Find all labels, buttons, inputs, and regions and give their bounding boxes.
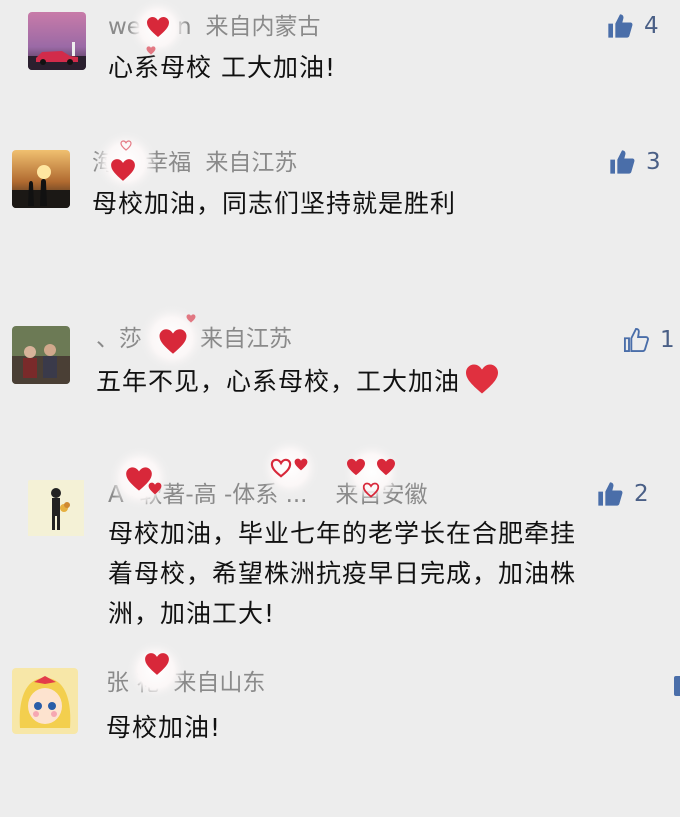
commenter-name[interactable]: 、莎 [96,326,142,352]
avatar[interactable] [28,480,86,538]
comment-text-line: 母校加油，毕业七年的老学长在合肥牵挂 [108,519,577,548]
thumbs-up-icon [610,150,635,174]
like-button[interactable]: 3 [608,148,661,176]
anime-girl-avatar-image [12,668,78,734]
comment-item: A -软著-高 -体系 ... 来自安徽 母校加油，毕业七年的老学长在合肥牵挂 着… [0,462,680,652]
like-count: 4 [644,13,659,39]
comment-text-content: 五年不见，心系母校，工大加油 [96,367,461,396]
avatar[interactable] [12,668,78,734]
commenter-name-line: 张 花来自山东 [106,668,265,698]
comment-item: 张 花来自山东 母校加油! [0,660,680,800]
avatar[interactable] [28,12,86,70]
thumbs-up-icon [608,14,633,38]
commenter-name[interactable]: A -软著-高 -体系 ... [108,482,308,508]
like-button[interactable]: 2 [596,480,649,508]
like-count: 2 [634,481,649,507]
thumbs-up-icon [598,482,623,506]
comment-text: 心系母校 工大加油! [108,53,336,82]
location-label: 来自内蒙古 [205,14,321,40]
comment-text-line: 洲，加油工大! [108,599,276,628]
comment-item: we uan 来自内蒙古 心系母校 工大加油! 4 [0,0,680,120]
location-label: 来自山东 [173,670,266,696]
like-button[interactable]: 1 [622,326,675,354]
couple-sunset-avatar-image [12,150,70,208]
commenter-name-line: we uan 来自内蒙古 [108,12,321,42]
commenter-name-line: A -软著-高 -体系 ... 来自安徽 [108,480,428,510]
comment-text: 母校加油，毕业七年的老学长在合肥牵挂 着母校，希望株洲抗疫早日完成，加油株 洲，… [108,514,576,634]
commenter-name-line: 海 的幸福 来自江苏 [92,148,297,178]
comment-text-line: 着母校，希望株洲抗疫早日完成，加油株 [108,559,577,588]
commenter-name-line: 、莎 来自江苏 [96,324,292,354]
location-label: 来自安徽 [335,482,428,508]
avatar[interactable] [12,326,70,384]
commenter-name[interactable]: we uan [108,14,192,40]
like-button-partial[interactable] [674,676,680,696]
like-button[interactable]: 4 [606,12,659,40]
avatar[interactable] [12,150,70,208]
commenter-name[interactable]: 海 的幸福 [92,150,191,176]
figure-with-bouquet-avatar-image [28,480,84,536]
comment-item: 、莎 来自江苏 五年不见，心系母校，工大加油 1 [0,318,680,438]
like-count: 1 [660,327,675,353]
location-label: 来自江苏 [205,150,298,176]
comment-text: 母校加油! [106,713,222,742]
comment-item: 海 的幸福 来自江苏 母校加油，同志们坚持就是胜利 3 [0,140,680,300]
comment-text: 母校加油，同志们坚持就是胜利 [92,189,457,218]
red-heart-icon [466,364,499,394]
commenter-name[interactable]: 张 花 [106,670,159,696]
like-count: 3 [646,149,661,175]
car-sunset-avatar-image [28,12,86,70]
location-label: 来自江苏 [200,326,292,352]
comment-text: 五年不见，心系母校，工大加油 [96,362,500,402]
thumbs-up-outline-icon [623,327,649,353]
group-photo-avatar-image [12,326,70,384]
